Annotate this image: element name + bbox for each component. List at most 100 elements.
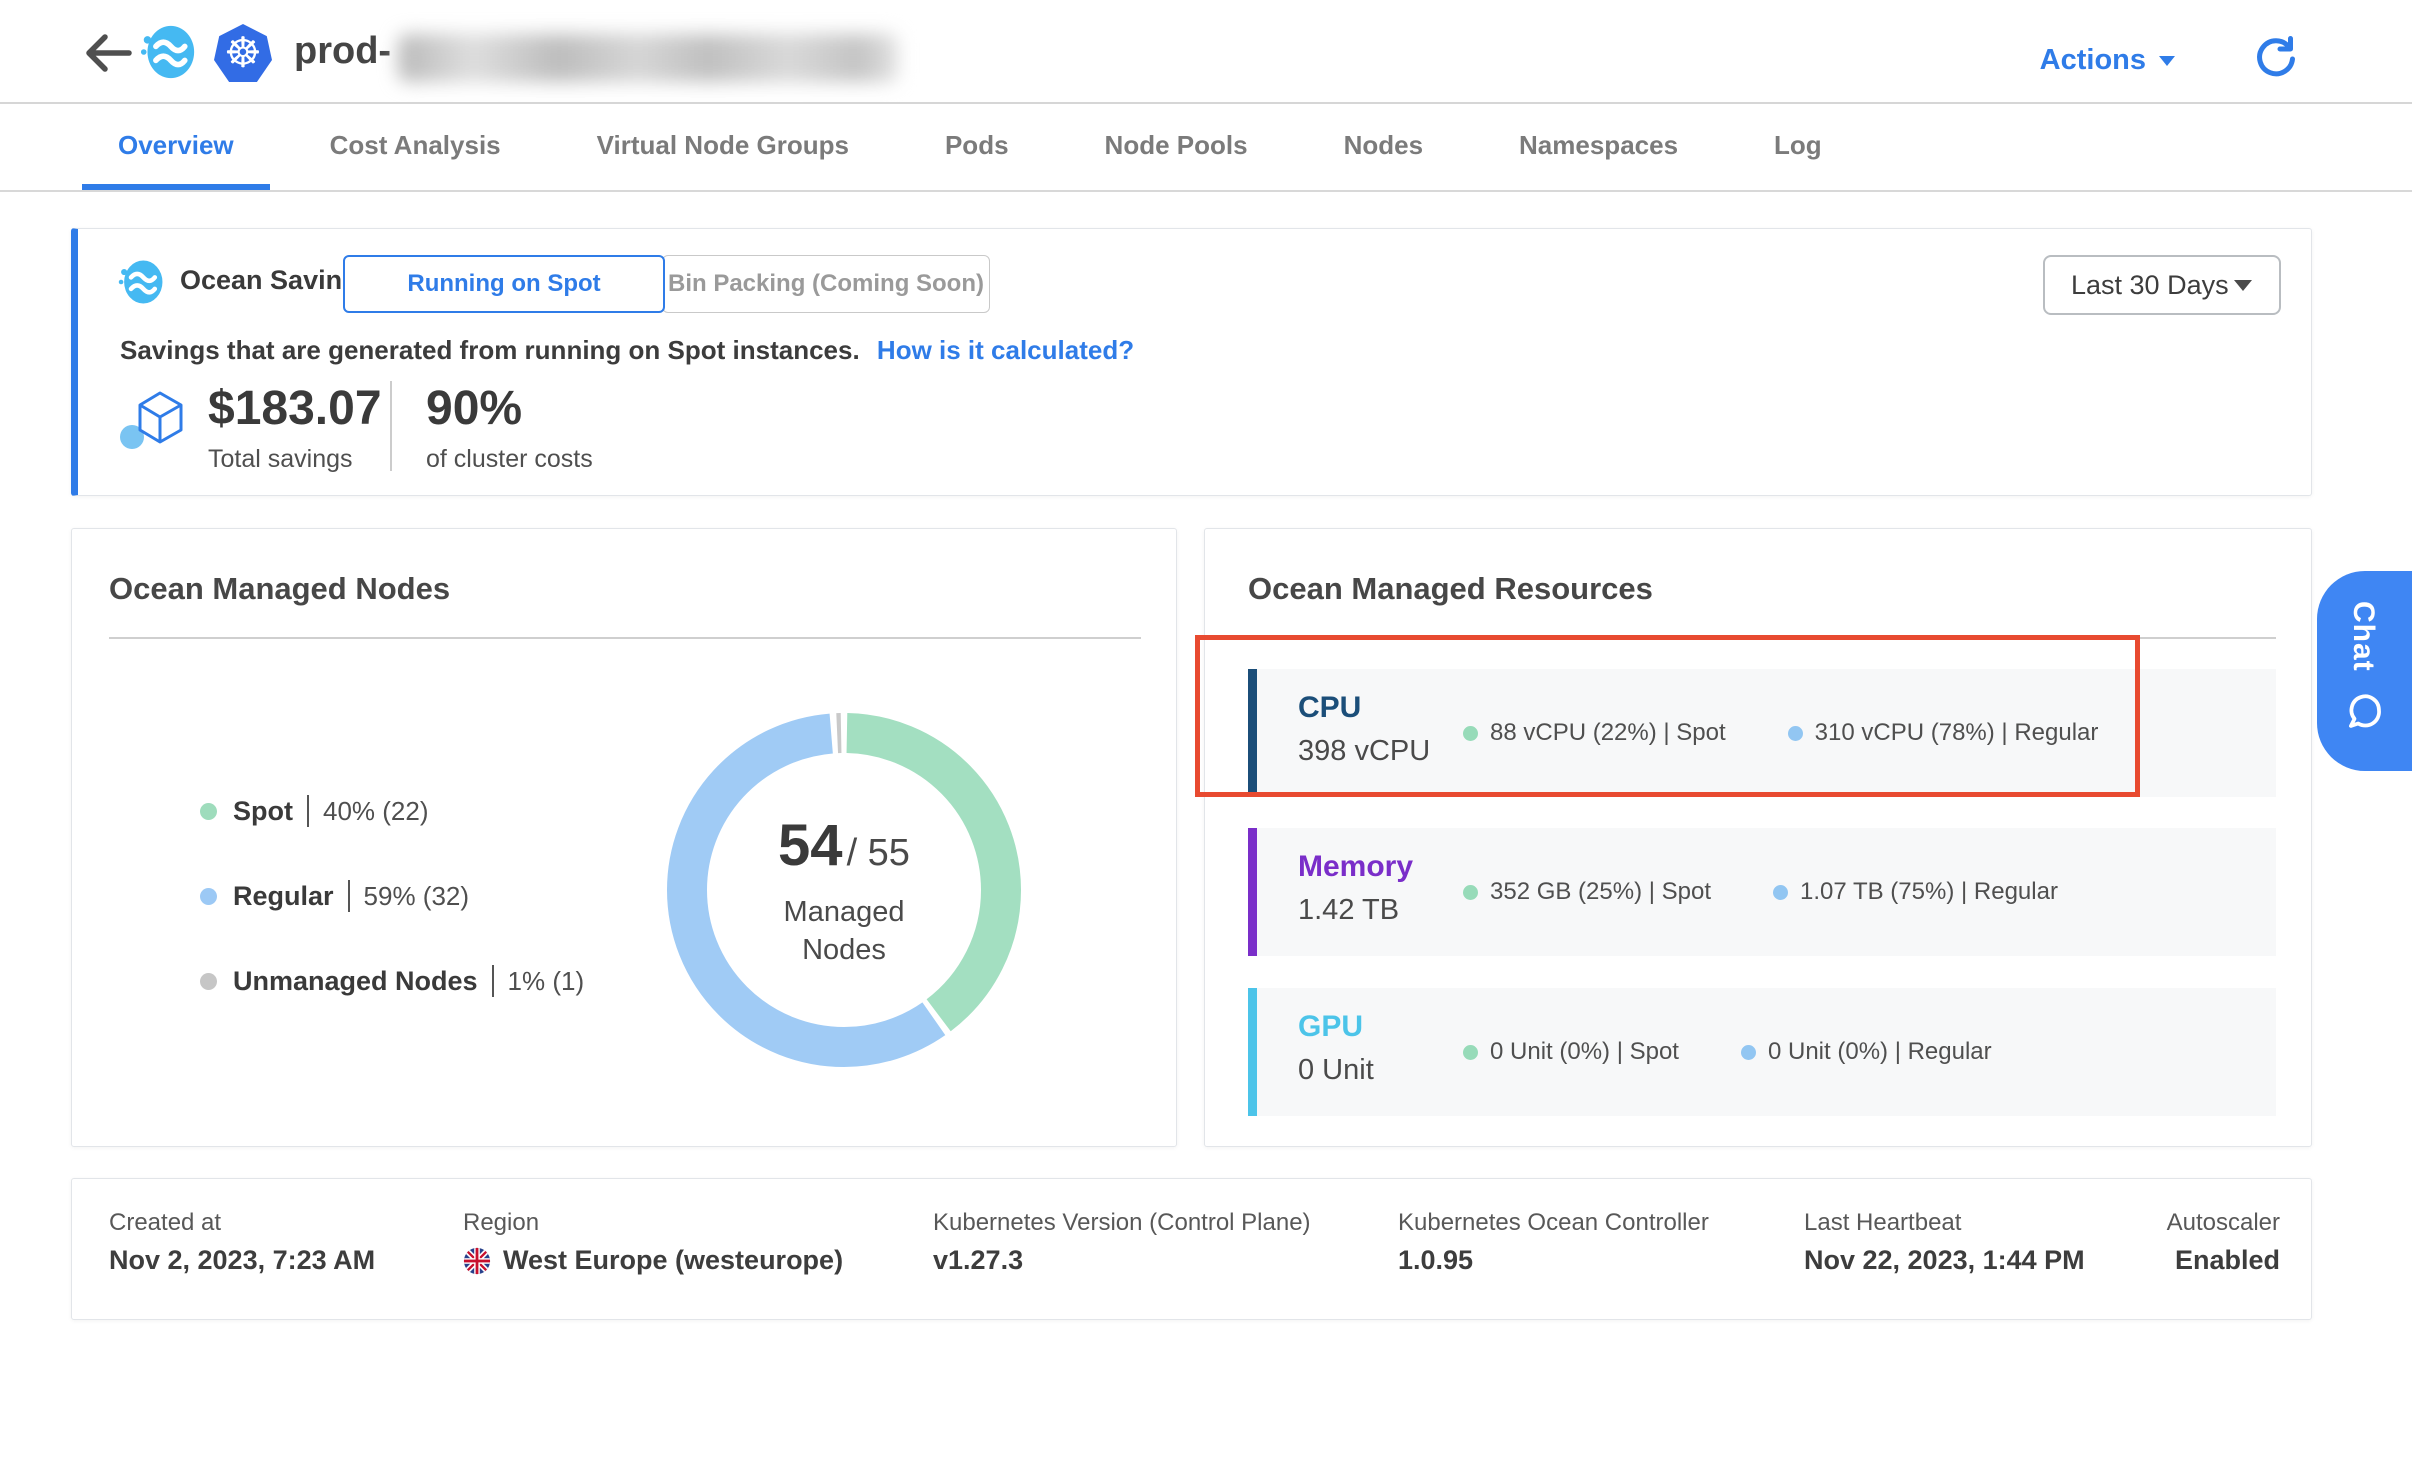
how-calculated-link[interactable]: How is it calculated? (877, 335, 1134, 365)
regular-dot-icon (1788, 726, 1803, 741)
unmanaged-dot-icon (200, 973, 217, 990)
ocean-logo-icon (140, 24, 196, 80)
legend-item-regular: Regular 59% (32) (200, 876, 584, 916)
regular-dot-icon (1773, 885, 1788, 900)
memory-accent-bar (1248, 828, 1257, 956)
footer-value: West Europe (westeurope) (503, 1245, 843, 1276)
regular-dot-icon (200, 888, 217, 905)
legend-item-unmanaged: Unmanaged Nodes 1% (1) (200, 961, 584, 1001)
spot-dot-icon (1463, 726, 1478, 741)
managed-nodes-card: Ocean Managed Nodes Spot 40% (22) Regula… (71, 528, 1177, 1147)
resource-total: 0 Unit (1298, 1054, 1374, 1087)
nodes-legend: Spot 40% (22) Regular 59% (32) Unmanaged… (200, 791, 584, 1001)
tab-overview[interactable]: Overview (82, 106, 270, 190)
cpu-accent-bar (1248, 669, 1257, 797)
chat-bubble-icon (2341, 688, 2385, 732)
regular-dot-icon (1741, 1045, 1756, 1060)
period-select[interactable]: Last 30 Days (2043, 255, 2281, 315)
regular-stat-text: 1.07 TB (75%) | Regular (1800, 878, 2058, 906)
tab-cost-analysis[interactable]: Cost Analysis (294, 106, 537, 190)
legend-value: 59% (32) (364, 881, 470, 912)
footer-value: Nov 2, 2023, 7:23 AM (109, 1245, 375, 1276)
footer-label: Created at (109, 1209, 221, 1237)
managed-resources-title: Ocean Managed Resources (1248, 571, 1653, 607)
resource-row-gpu: GPU 0 Unit 0 Unit (0%) | Spot 0 Unit (0%… (1248, 988, 2276, 1116)
savings-toggle-group: Running on Spot Bin Packing (Coming Soon… (343, 255, 990, 313)
resource-regular-stat: 1.07 TB (75%) | Regular (1773, 878, 2058, 906)
footer-label: Kubernetes Version (Control Plane) (933, 1209, 1311, 1237)
resource-name: Memory (1298, 850, 1413, 884)
managed-nodes-title: Ocean Managed Nodes (109, 571, 450, 607)
resource-row-cpu: CPU 398 vCPU 88 vCPU (22%) | Spot 310 vC… (1248, 669, 2276, 797)
legend-value: 40% (22) (323, 796, 429, 827)
chat-label: Chat (2346, 601, 2380, 672)
tab-node-pools[interactable]: Node Pools (1069, 106, 1284, 190)
cluster-title: prod- (294, 30, 391, 73)
cluster-info-footer: Created at Nov 2, 2023, 7:23 AM Region W… (71, 1178, 2312, 1320)
managed-resources-card: Ocean Managed Resources CPU 398 vCPU 88 … (1204, 528, 2312, 1147)
tab-bar: Overview Cost Analysis Virtual Node Grou… (0, 106, 2412, 192)
resource-spot-stat: 352 GB (25%) | Spot (1463, 878, 1711, 906)
spot-stat-text: 88 vCPU (22%) | Spot (1490, 719, 1726, 747)
resource-name: GPU (1298, 1010, 1363, 1044)
resource-total: 398 vCPU (1298, 735, 1430, 768)
savings-description: Savings that are generated from running … (120, 335, 1134, 366)
legend-separator (492, 965, 494, 997)
tab-log[interactable]: Log (1738, 106, 1858, 190)
footer-value: Nov 22, 2023, 1:44 PM (1804, 1245, 2085, 1276)
redacted-title-blur (398, 34, 898, 82)
refresh-icon (2254, 36, 2298, 80)
toggle-bin-packing[interactable]: Bin Packing (Coming Soon) (662, 255, 990, 313)
footer-label: Region (463, 1209, 539, 1237)
legend-item-spot: Spot 40% (22) (200, 791, 584, 831)
legend-separator (307, 795, 309, 827)
cube-icon (118, 383, 188, 455)
total-savings-label: Total savings (208, 445, 353, 474)
resource-regular-stat: 0 Unit (0%) | Regular (1741, 1038, 1992, 1066)
legend-label: Spot (233, 796, 293, 827)
tab-namespaces[interactable]: Namespaces (1483, 106, 1714, 190)
chat-button[interactable]: Chat (2317, 571, 2412, 771)
tab-nodes[interactable]: Nodes (1308, 106, 1459, 190)
actions-button[interactable]: Actions (2040, 44, 2176, 77)
divider (1248, 637, 2276, 639)
caret-down-icon (2158, 55, 2176, 67)
resource-total: 1.42 TB (1298, 894, 1399, 927)
footer-label: Autoscaler (2167, 1209, 2280, 1237)
actions-label: Actions (2040, 44, 2146, 77)
donut-center: 54 / 55 Managed Nodes (664, 710, 1024, 1070)
footer-value: v1.27.3 (933, 1245, 1023, 1276)
back-button[interactable] (84, 32, 132, 74)
tab-virtual-node-groups[interactable]: Virtual Node Groups (561, 106, 885, 190)
cluster-cost-label: of cluster costs (426, 445, 593, 474)
spot-dot-icon (1463, 885, 1478, 900)
donut-center-value: 54 (778, 812, 843, 879)
donut-center-total: / 55 (847, 832, 910, 875)
footer-value: Enabled (2175, 1245, 2280, 1276)
caret-down-icon (2233, 279, 2253, 292)
legend-separator (348, 880, 350, 912)
spot-stat-text: 352 GB (25%) | Spot (1490, 878, 1711, 906)
managed-nodes-donut-chart: 54 / 55 Managed Nodes (664, 710, 1024, 1070)
cluster-cost-percent: 90% (426, 381, 522, 436)
savings-divider (390, 381, 392, 471)
spot-dot-icon (1463, 1045, 1478, 1060)
total-savings-value: $183.07 (208, 381, 382, 436)
resource-name: CPU (1298, 691, 1361, 725)
ocean-savings-card: Ocean Savings: Running on Spot Bin Packi… (71, 228, 2312, 496)
tab-pods[interactable]: Pods (909, 106, 1045, 190)
savings-description-text: Savings that are generated from running … (120, 335, 860, 365)
regular-stat-text: 0 Unit (0%) | Regular (1768, 1038, 1992, 1066)
uk-flag-icon (463, 1247, 491, 1275)
donut-center-label: Managed Nodes (744, 893, 944, 969)
resource-row-memory: Memory 1.42 TB 352 GB (25%) | Spot 1.07 … (1248, 828, 2276, 956)
wave-icon (118, 259, 164, 305)
back-arrow-icon (84, 32, 132, 74)
refresh-button[interactable] (2254, 36, 2298, 80)
footer-label: Kubernetes Ocean Controller (1398, 1209, 1709, 1237)
kubernetes-logo-icon: ☸ (214, 24, 272, 82)
resource-spot-stat: 88 vCPU (22%) | Spot (1463, 719, 1726, 747)
toggle-running-on-spot[interactable]: Running on Spot (343, 255, 665, 313)
spot-stat-text: 0 Unit (0%) | Spot (1490, 1038, 1679, 1066)
gpu-accent-bar (1248, 988, 1257, 1116)
